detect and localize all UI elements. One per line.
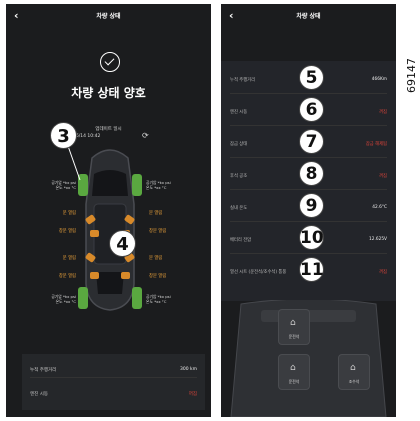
tire-rear-right <box>132 287 142 309</box>
page-title: 차량 상태 <box>96 13 121 20</box>
window-label: 창문 열림 <box>58 274 76 279</box>
callout-7: 7 <box>299 129 324 154</box>
status-list: 누적 주행거리 300 km 엔진 시동 꺼짐 <box>22 354 205 410</box>
callout-11: 11 <box>299 257 324 282</box>
window-label: 창문 열림 <box>149 229 167 234</box>
callout-6: 6 <box>299 97 324 122</box>
status-title: 차량 상태 양호 <box>71 86 146 100</box>
callout-10: 10 <box>299 225 324 250</box>
window-front-left <box>90 230 99 237</box>
callout-3: 3 <box>50 122 77 149</box>
tire-rear-left <box>78 287 88 309</box>
left-screen: ‹ 차량 상태 차량 상태 양호 업데이트 일시 2024/06/14 10:4… <box>6 4 211 417</box>
right-screen: ‹ 차량 상태 누적 주행거리 466Km 엔진 시동 꺼짐 잠금 상태 잠금 … <box>221 4 396 417</box>
seat-icon: ⌂ <box>290 363 296 373</box>
refresh-icon[interactable]: ⟳ <box>142 131 149 140</box>
tire-info-rear-left: 공기압 *kx psi 온도 *xx °C <box>51 294 76 304</box>
seat-button-front-left[interactable]: ⌂ 운전석 <box>278 354 310 390</box>
callout-8: 8 <box>299 161 324 186</box>
list-item: 누적 주행거리 300 km <box>30 362 197 378</box>
callout-4: 4 <box>109 230 136 257</box>
figure-id: 69147 <box>405 58 418 93</box>
window-label: 창문 열림 <box>58 229 76 234</box>
callout-5: 5 <box>299 65 324 90</box>
header: ‹ 차량 상태 <box>6 4 211 32</box>
list-item: 엔진 시동 꺼짐 <box>30 392 197 397</box>
window-rear-left <box>90 272 99 279</box>
divider <box>214 0 218 421</box>
seat-button-passenger[interactable]: ⌂ 조수석 <box>338 354 370 390</box>
header: ‹ 차량 상태 <box>221 4 396 32</box>
door-label: 문 열림 <box>149 211 163 216</box>
window-label: 창문 열림 <box>149 274 167 279</box>
tire-front-right <box>132 174 142 196</box>
door-label: 문 열림 <box>62 256 76 261</box>
page-title: 차량 상태 <box>296 13 321 20</box>
check-circle-icon <box>100 52 120 72</box>
window-rear-right <box>121 272 130 279</box>
door-label: 문 열림 <box>149 256 163 261</box>
callout-9: 9 <box>299 193 324 218</box>
update-label: 업데이트 일시 <box>95 127 122 132</box>
tire-info-front-right: 공기압 *kx psi 온도 *xx °C <box>146 180 171 190</box>
callout-leader-line <box>67 145 81 181</box>
seat-icon: ⌂ <box>290 318 296 328</box>
seat-icon: ⌂ <box>350 363 356 373</box>
seat-button-driver[interactable]: ⌂ 운전석 <box>278 309 310 345</box>
door-label: 문 열림 <box>62 211 76 216</box>
tire-info-rear-right: 공기압 *kx psi 온도 *xx °C <box>146 294 171 304</box>
